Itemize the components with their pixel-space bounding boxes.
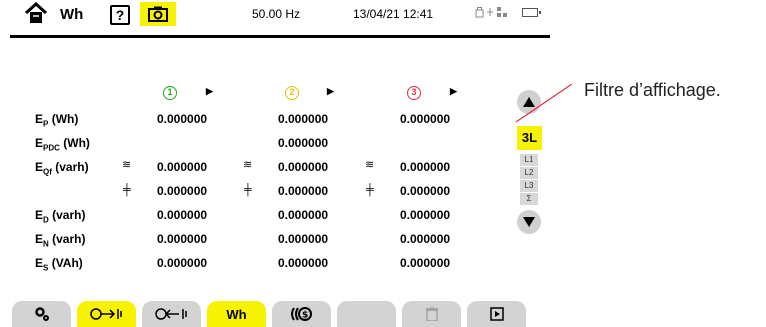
page-title: Wh — [60, 6, 84, 23]
phase-1-label: 1 — [163, 86, 177, 100]
value-en-3: 0.000000 — [400, 232, 451, 246]
frequency-readout: 50.00 Hz — [252, 7, 301, 21]
cost-icon: $ — [290, 307, 312, 321]
cost-tab[interactable]: $ — [272, 301, 331, 327]
scroll-down-button[interactable] — [517, 210, 541, 234]
inductor-icon: ≋ — [365, 159, 375, 171]
value-epdc-2: 0.000000 — [278, 136, 329, 150]
row-label-ep: EP (Wh) — [35, 112, 79, 129]
value-ed-2: 0.000000 — [278, 208, 329, 222]
filter-option-sum[interactable]: Σ — [520, 193, 538, 205]
empty-tab — [337, 301, 396, 327]
value-eqf-ind-1: 0.000000 — [157, 160, 208, 174]
row-label-es: ES (VAh) — [35, 256, 83, 273]
play-icon — [489, 307, 504, 321]
phase-1-header: 1 — [163, 84, 177, 100]
value-ep-2: 0.000000 — [278, 112, 329, 126]
row-label-eqf: EQf (varh) — [35, 160, 89, 177]
battery-icon — [522, 8, 541, 17]
capacitor-icon: ╪ — [123, 184, 131, 196]
annotation-label: Filtre d’affichage. — [584, 80, 721, 100]
device-screen: Wh ? 50.00 Hz 13/04/21 12:41 1 ▶ 2 ▶ 3 ▶… — [10, 0, 550, 327]
start-tab[interactable] — [467, 301, 526, 327]
phase-3-header: 3 — [407, 84, 421, 100]
home-icon[interactable] — [24, 1, 48, 24]
value-eqf-cap-1: 0.000000 — [157, 184, 208, 198]
filter-option-l2[interactable]: L2 — [520, 167, 538, 179]
annotation-pointer — [515, 84, 572, 123]
value-eqf-ind-2: 0.000000 — [278, 160, 329, 174]
flag-icon: ▶ — [327, 86, 334, 96]
filter-selected[interactable]: 3L — [517, 126, 542, 150]
filter-option-l3[interactable]: L3 — [520, 180, 538, 192]
phase-3-label: 3 — [407, 86, 421, 100]
help-button[interactable]: ? — [110, 5, 130, 25]
energy-consumed-tab[interactable] — [77, 301, 136, 327]
filter-option-l1[interactable]: L1 — [520, 154, 538, 166]
energy-generated-icon — [154, 308, 187, 320]
value-eqf-ind-3: 0.000000 — [400, 160, 451, 174]
triangle-down-icon — [523, 217, 535, 227]
camera-button[interactable] — [140, 2, 176, 26]
gears-icon — [34, 307, 49, 321]
energy-generated-tab[interactable] — [142, 301, 201, 327]
energy-table: 1 ▶ 2 ▶ 3 ▶ EP (Wh) EPDC (Wh) EQf (varh)… — [10, 80, 510, 280]
trash-tab[interactable] — [402, 301, 461, 327]
value-en-2: 0.000000 — [278, 232, 329, 246]
row-label-ed: ED (varh) — [35, 208, 86, 225]
row-label-en: EN (varh) — [35, 232, 86, 249]
flag-icon: ▶ — [206, 86, 213, 96]
phase-2-header: 2 — [285, 84, 299, 100]
value-ed-3: 0.000000 — [400, 208, 451, 222]
value-es-1: 0.000000 — [157, 256, 208, 270]
camera-icon — [148, 6, 168, 22]
trash-icon — [425, 307, 438, 321]
settings-tab[interactable] — [12, 301, 71, 327]
value-ep-1: 0.000000 — [157, 112, 208, 126]
bottom-tab-bar: Wh $ — [10, 301, 550, 327]
row-label-epdc: EPDC (Wh) — [35, 136, 90, 153]
capacitor-icon: ╪ — [244, 184, 252, 196]
status-icons — [475, 6, 509, 21]
value-es-2: 0.000000 — [278, 256, 329, 270]
value-en-1: 0.000000 — [157, 232, 208, 246]
energy-consumed-icon — [89, 308, 122, 320]
top-bar: Wh ? 50.00 Hz 13/04/21 12:41 — [10, 0, 550, 38]
value-eqf-cap-2: 0.000000 — [278, 184, 329, 198]
phase-2-label: 2 — [285, 86, 299, 100]
svg-text:$: $ — [302, 311, 308, 321]
inductor-icon: ≋ — [243, 159, 253, 171]
flag-icon: ▶ — [450, 86, 457, 96]
wh-tab[interactable]: Wh — [207, 301, 266, 327]
value-ed-1: 0.000000 — [157, 208, 208, 222]
capacitor-icon: ╪ — [366, 184, 374, 196]
value-ep-3: 0.000000 — [400, 112, 451, 126]
inductor-icon: ≋ — [122, 159, 132, 171]
datetime-readout: 13/04/21 12:41 — [353, 7, 434, 21]
value-eqf-cap-3: 0.000000 — [400, 184, 451, 198]
value-es-3: 0.000000 — [400, 256, 451, 270]
